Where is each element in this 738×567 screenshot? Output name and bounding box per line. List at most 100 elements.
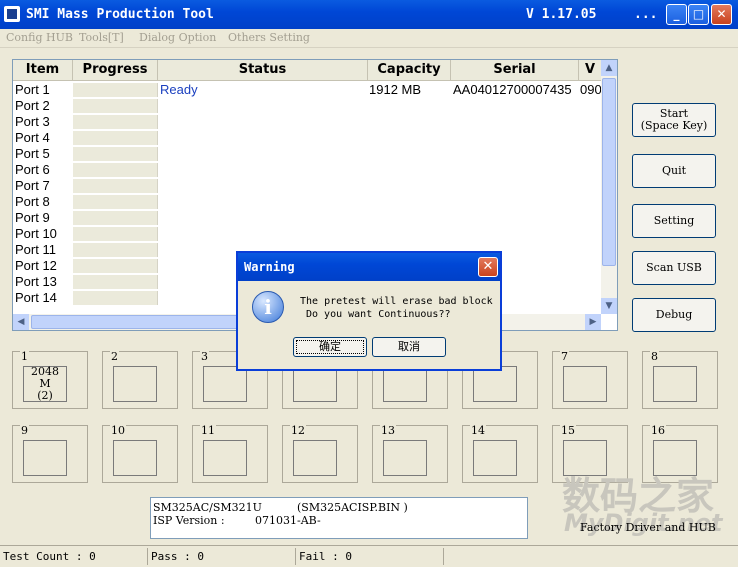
quit-button[interactable]: Quit xyxy=(632,154,716,188)
port-number: 10 xyxy=(110,424,126,437)
port-button[interactable] xyxy=(563,366,607,402)
port-number: 9 xyxy=(20,424,29,437)
list-header: Item Progress Status Capacity Serial V xyxy=(13,60,603,81)
table-row[interactable]: Port 3 xyxy=(13,114,601,130)
port-button[interactable] xyxy=(293,366,337,402)
progress-bar xyxy=(73,99,158,113)
port-button[interactable] xyxy=(653,366,697,402)
port-number: 7 xyxy=(560,350,569,363)
isp-label: ISP Version : xyxy=(153,514,225,527)
port-button[interactable]: 2048 M (2) xyxy=(23,366,67,402)
port1-status: Ready xyxy=(160,82,198,97)
table-row[interactable]: Port 7 xyxy=(13,178,601,194)
port-item-label: Port 2 xyxy=(15,98,50,113)
menu-tools[interactable]: Tools[T] xyxy=(79,31,124,44)
port-button[interactable] xyxy=(473,366,517,402)
progress-bar xyxy=(73,147,158,161)
menu-dialog-option[interactable]: Dialog Option xyxy=(139,31,216,44)
port1-serial: AA04012700007435 xyxy=(453,82,572,97)
progress-bar xyxy=(73,275,158,289)
port-number: 3 xyxy=(200,350,209,363)
scroll-thumb[interactable] xyxy=(602,78,616,266)
port-item-label: Port 9 xyxy=(15,210,50,225)
debug-button[interactable]: Debug xyxy=(632,298,716,332)
table-row[interactable]: Port 4 xyxy=(13,130,601,146)
col-serial-header[interactable]: Serial xyxy=(451,60,579,80)
col-v-header[interactable]: V xyxy=(579,60,601,80)
table-row[interactable]: Port 9 xyxy=(13,210,601,226)
port-button[interactable] xyxy=(383,366,427,402)
col-status-header[interactable]: Status xyxy=(158,60,368,80)
port-button[interactable] xyxy=(113,440,157,476)
port-slot: 2 xyxy=(102,350,178,409)
progress-bar xyxy=(73,195,158,209)
col-capacity-header[interactable]: Capacity xyxy=(368,60,451,80)
blank-panel xyxy=(632,57,706,93)
port-button[interactable] xyxy=(113,366,157,402)
progress-bar xyxy=(73,163,158,177)
controller-name: SM325AC/SM321U xyxy=(153,501,262,514)
table-row[interactable]: Port 5 xyxy=(13,146,601,162)
port-item-label: Port 11 xyxy=(15,242,56,257)
dialog-message-line1: The pretest will erase bad block xyxy=(300,296,493,307)
port-slot: 11 xyxy=(192,424,268,483)
scan-usb-button[interactable]: Scan USB xyxy=(632,251,716,285)
bin-file: (SM325ACISP.BIN ) xyxy=(297,501,408,514)
menu-config-hub[interactable]: Config HUB xyxy=(6,31,73,44)
port-slot: 8 xyxy=(642,350,718,409)
port-number: 14 xyxy=(470,424,486,437)
port-slot: 14 xyxy=(462,424,538,483)
port-item-label: Port 12 xyxy=(15,258,57,273)
start-button[interactable]: Start (Space Key) xyxy=(632,103,716,137)
port-slot: 9 xyxy=(12,424,88,483)
setting-button[interactable]: Setting xyxy=(632,204,716,238)
close-button[interactable]: ✕ xyxy=(711,4,732,25)
progress-bar xyxy=(73,259,158,273)
table-row[interactable]: Port 2 xyxy=(13,98,601,114)
port-button[interactable] xyxy=(383,440,427,476)
scroll-down-icon[interactable]: ▼ xyxy=(601,298,617,314)
port-item-label: Port 5 xyxy=(15,146,50,161)
test-count: Test Count : 0 xyxy=(0,548,148,565)
maximize-button[interactable]: □ xyxy=(688,4,709,25)
port-slot: 7 xyxy=(552,350,628,409)
table-row[interactable]: Port 6 xyxy=(13,162,601,178)
minimize-icon: _ xyxy=(673,7,680,21)
port-button[interactable] xyxy=(203,440,247,476)
dialog-title: Warning xyxy=(244,260,295,274)
close-icon: ✕ xyxy=(716,7,727,21)
isp-version: 071031-AB- xyxy=(255,514,321,527)
scroll-up-icon[interactable]: ▲ xyxy=(601,60,617,76)
port-number: 15 xyxy=(560,424,576,437)
port-number: 13 xyxy=(380,424,396,437)
cancel-button[interactable]: 取消 xyxy=(372,337,446,357)
progress-bar xyxy=(73,211,158,225)
port-button[interactable] xyxy=(23,440,67,476)
menu-others-setting[interactable]: Others Setting xyxy=(228,31,310,44)
port-number: 1 xyxy=(20,350,29,363)
port-number: 11 xyxy=(200,424,216,437)
col-item-header[interactable]: Item xyxy=(13,60,73,80)
factory-driver-label: Factory Driver and HUB xyxy=(580,521,716,534)
col-progress-header[interactable]: Progress xyxy=(73,60,158,80)
port-number: 8 xyxy=(650,350,659,363)
vertical-scrollbar[interactable]: ▲ ▼ xyxy=(601,60,617,314)
controller-info: SM325AC/SM321U (SM325ACISP.BIN ) ISP Ver… xyxy=(150,497,528,539)
table-row[interactable]: Port 8 xyxy=(13,194,601,210)
port-number: 12 xyxy=(290,424,306,437)
port-button[interactable] xyxy=(203,366,247,402)
minimize-button[interactable]: _ xyxy=(666,4,687,25)
port-button[interactable] xyxy=(473,440,517,476)
table-row[interactable]: Port 10 xyxy=(13,226,601,242)
port-slot: 10 xyxy=(102,424,178,483)
port-button[interactable] xyxy=(293,440,337,476)
scroll-right-icon[interactable]: ▶ xyxy=(585,314,601,330)
ok-button[interactable]: 确定 xyxy=(293,337,367,357)
port-slot: 1 2048 M (2) xyxy=(12,350,88,409)
port-item-label: Port 1 xyxy=(15,82,50,97)
scroll-left-icon[interactable]: ◀ xyxy=(13,314,29,330)
dialog-close-button[interactable]: ✕ xyxy=(478,257,498,277)
app-icon xyxy=(4,6,20,22)
dialog-close-icon: ✕ xyxy=(482,259,494,274)
port-number: 2 xyxy=(110,350,119,363)
